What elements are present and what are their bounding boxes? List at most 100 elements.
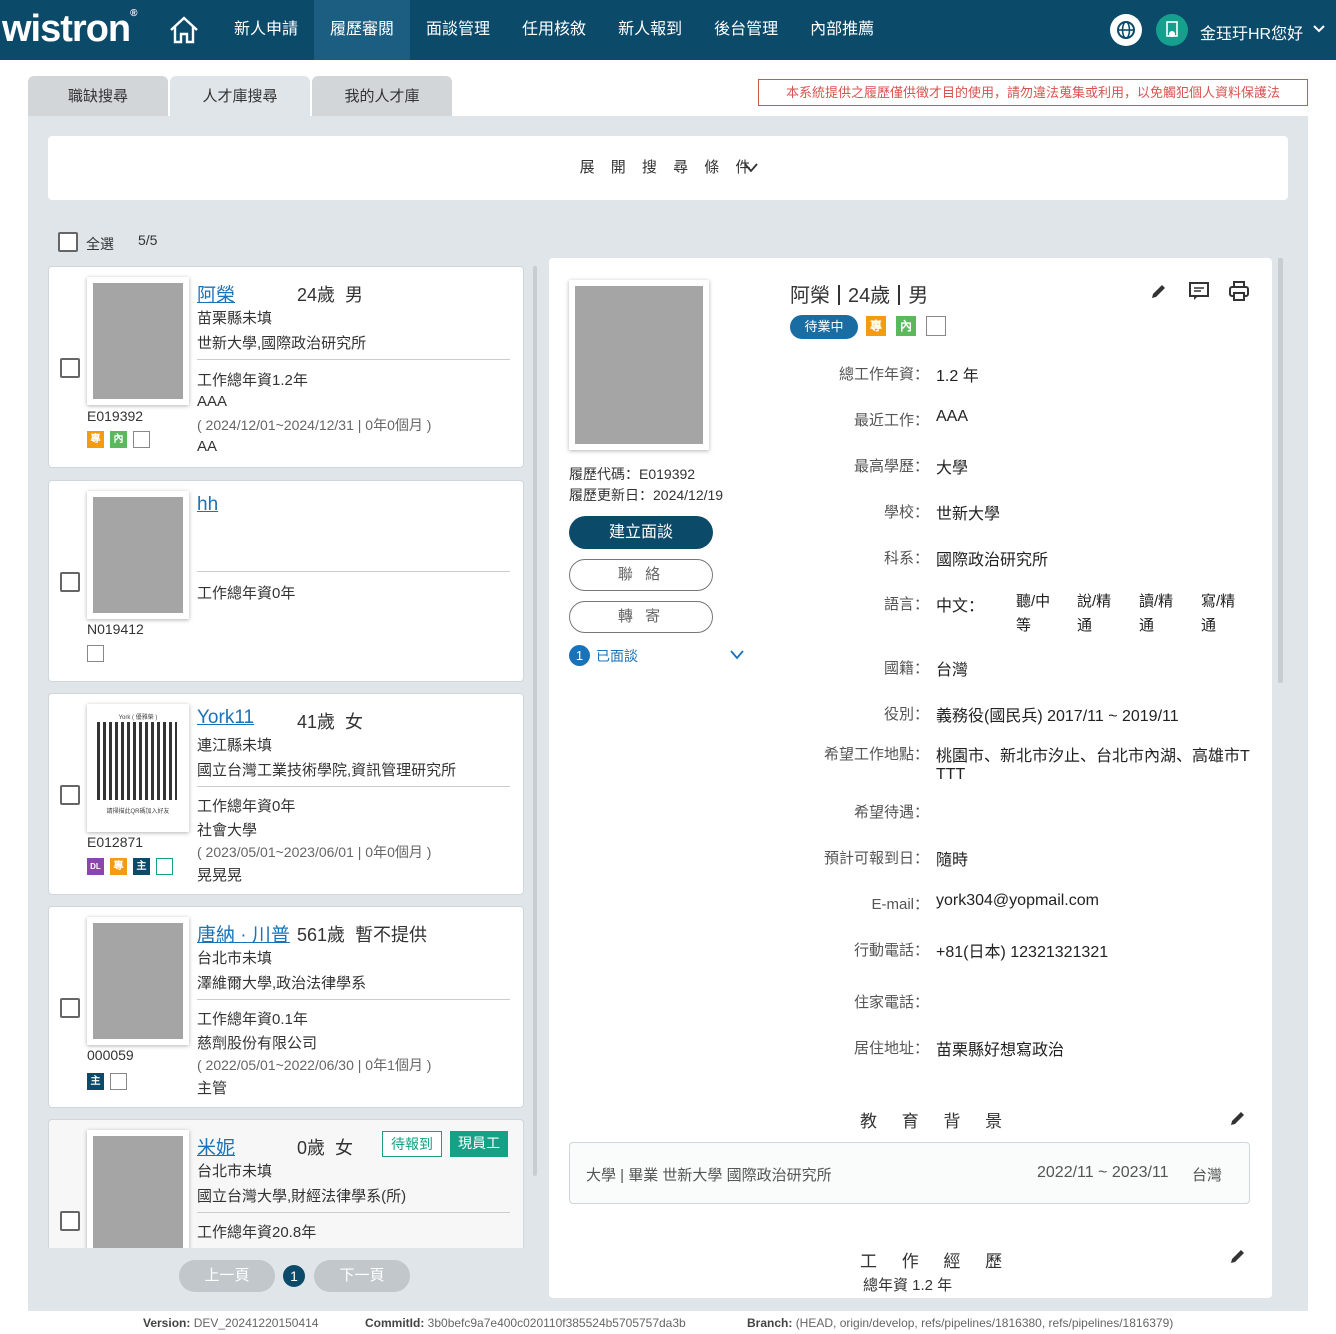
lang-line: 聽/中 bbox=[1016, 593, 1051, 610]
field-value-cont: TTT bbox=[936, 766, 966, 783]
branch-label: Branch: bbox=[747, 1316, 793, 1330]
candidate-name-link[interactable]: York11 bbox=[197, 707, 254, 729]
candidate-age-gender: 0歲 女 bbox=[297, 1134, 353, 1160]
tab-talent-search[interactable]: 人才庫搜尋 bbox=[170, 76, 310, 116]
message-icon[interactable] bbox=[133, 431, 150, 448]
message-icon[interactable] bbox=[926, 316, 946, 336]
candidate-period: ( 2023/05/01~2023/06/01 | 0年0個月 ) bbox=[197, 844, 432, 860]
detail-scrollbar[interactable] bbox=[1278, 258, 1283, 683]
candidate-card[interactable]: 000059 主 唐納 · 川普 561歲 暫不提供 台北市未填 澤維爾大學,政… bbox=[48, 906, 524, 1108]
next-page-button[interactable]: 下一頁 bbox=[314, 1260, 410, 1292]
edit-icon[interactable] bbox=[1229, 1247, 1247, 1265]
nav-internal-referral[interactable]: 內部推薦 bbox=[794, 0, 890, 60]
candidate-job-title: 主管 bbox=[197, 1080, 228, 1097]
candidate-photo bbox=[87, 491, 189, 619]
candidate-code: 000059 bbox=[87, 1047, 134, 1063]
page-number[interactable]: 1 bbox=[283, 1265, 305, 1287]
dl-badge: DL bbox=[87, 858, 104, 875]
field-value: 桃園市、新北市汐止、台北市內湖、高雄市T bbox=[936, 748, 1250, 765]
candidate-card[interactable]: York ( 優雅榮 ) 請掃描此QR碼加入好友 E012871 DL 專 主 … bbox=[48, 693, 524, 895]
divider bbox=[197, 786, 510, 787]
detail-name: 阿榮 bbox=[790, 285, 830, 307]
candidate-checkbox[interactable] bbox=[60, 998, 80, 1018]
candidate-gender: 暫不提供 bbox=[355, 925, 428, 945]
user-greeting[interactable]: 金珏玗HR您好 bbox=[1200, 20, 1303, 44]
field-value: 隨時 bbox=[936, 852, 969, 869]
nav-appointment[interactable]: 任用核敘 bbox=[506, 0, 602, 60]
candidate-experience-years: 工作總年資20.8年 bbox=[197, 1224, 317, 1241]
candidate-photo bbox=[87, 1130, 189, 1248]
main-badge: 主 bbox=[133, 858, 150, 875]
tab-job-search[interactable]: 職缺搜尋 bbox=[28, 76, 168, 116]
user-badge-icon[interactable] bbox=[1156, 14, 1188, 46]
commit-info: CommitId: 3b0befc9a7e400c020110f385524b5… bbox=[365, 1316, 686, 1330]
candidate-experience-years: 工作總年資0年 bbox=[197, 585, 296, 602]
work-heading: 工 作 經 歷 bbox=[860, 1252, 1013, 1271]
main-nav: 新人申請 履歷審閱 面談管理 任用核敘 新人報到 後台管理 內部推薦 bbox=[218, 0, 890, 60]
education-country: 台灣 bbox=[1192, 1167, 1223, 1184]
print-icon[interactable] bbox=[1228, 280, 1250, 302]
candidate-card[interactable]: 米妮 0歲 女 待報到 現員工 台北市未填 國立台灣大學,財經法律學系(所) 工… bbox=[48, 1119, 524, 1248]
commit-label: CommitId: bbox=[365, 1316, 425, 1330]
pro-badge: 專 bbox=[110, 858, 127, 875]
nav-interview-management[interactable]: 面談管理 bbox=[410, 0, 506, 60]
candidate-age-gender: 41歲 女 bbox=[297, 708, 363, 734]
search-tabs: 職缺搜尋 人才庫搜尋 我的人才庫 bbox=[28, 76, 454, 116]
home-icon[interactable] bbox=[168, 14, 200, 46]
candidate-checkbox[interactable] bbox=[60, 785, 80, 805]
edit-icon[interactable] bbox=[1229, 1109, 1247, 1127]
candidate-name-link[interactable]: 阿榮 bbox=[197, 280, 235, 307]
tab-my-talent-pool[interactable]: 我的人才庫 bbox=[312, 76, 452, 116]
language-writing: 寫/精通 bbox=[1201, 590, 1235, 638]
edit-icon[interactable] bbox=[1148, 280, 1170, 302]
candidate-school: 澤維爾大學,政治法律學系 bbox=[197, 975, 367, 992]
candidate-name-link[interactable]: 米妮 bbox=[197, 1133, 235, 1160]
candidate-period: ( 2024/12/01~2024/12/31 | 0年0個月 ) bbox=[197, 417, 432, 433]
divider bbox=[197, 999, 510, 1000]
detail-badges: 專 內 bbox=[866, 316, 946, 336]
candidate-job-title: AA bbox=[197, 438, 218, 455]
candidate-gender: 女 bbox=[335, 1138, 354, 1158]
field-label: 行動電話： bbox=[853, 942, 929, 959]
expand-search-conditions[interactable]: 展 開 搜 尋 條 件 bbox=[48, 136, 1288, 200]
candidate-card[interactable]: E019392 專 內 阿榮 24歲 男 苗栗縣未填 世新大學,國際政治研究所 … bbox=[48, 266, 524, 468]
candidate-school: 國立台灣大學,財經法律學系(所) bbox=[197, 1188, 407, 1205]
field-label: 語言： bbox=[883, 596, 929, 613]
candidate-company: 慈劑股份有限公司 bbox=[197, 1035, 318, 1052]
detail-gender: 男 bbox=[908, 285, 929, 307]
candidate-gender: 男 bbox=[345, 285, 364, 305]
candidate-name-link[interactable]: hh bbox=[197, 494, 218, 516]
wistron-logo[interactable]: wistron® bbox=[2, 8, 138, 51]
candidate-card[interactable]: N019412 hh 工作總年資0年 bbox=[48, 480, 524, 682]
globe-icon[interactable] bbox=[1110, 14, 1142, 46]
lang-line: 等 bbox=[1016, 617, 1032, 634]
candidate-name-link[interactable]: 唐納 · 川普 bbox=[197, 920, 290, 947]
internal-badge: 內 bbox=[110, 431, 127, 448]
candidate-checkbox[interactable] bbox=[60, 358, 80, 378]
field-value: 台灣 bbox=[936, 662, 969, 679]
list-scrollbar[interactable] bbox=[533, 266, 537, 1176]
candidate-experience-years: 工作總年資0年 bbox=[197, 798, 296, 815]
comment-icon[interactable] bbox=[1188, 280, 1210, 302]
field-value: 1.2 年 bbox=[936, 368, 979, 385]
chevron-down-icon[interactable] bbox=[1312, 22, 1326, 36]
nav-new-application[interactable]: 新人申請 bbox=[218, 0, 314, 60]
nav-onboarding[interactable]: 新人報到 bbox=[602, 0, 698, 60]
field-label: 居住地址： bbox=[853, 1040, 929, 1057]
candidate-checkbox[interactable] bbox=[60, 572, 80, 592]
candidate-checkbox[interactable] bbox=[60, 1211, 80, 1231]
prev-page-button[interactable]: 上一頁 bbox=[179, 1260, 275, 1292]
nav-admin[interactable]: 後台管理 bbox=[698, 0, 794, 60]
lang-line: 通 bbox=[1077, 617, 1093, 634]
message-icon[interactable] bbox=[156, 858, 173, 875]
work-total-years: 總年資 1.2 年 bbox=[863, 1277, 953, 1294]
candidate-age: 0歲 bbox=[297, 1138, 326, 1158]
candidate-school: 世新大學,國際政治研究所 bbox=[197, 335, 367, 352]
select-all-checkbox[interactable] bbox=[58, 232, 78, 252]
candidate-photo bbox=[87, 277, 189, 405]
field-value: AAA bbox=[936, 408, 969, 425]
message-icon[interactable] bbox=[110, 1073, 127, 1090]
message-icon[interactable] bbox=[87, 645, 104, 662]
branch-info: Branch: (HEAD, origin/develop, refs/pipe… bbox=[747, 1316, 1173, 1330]
nav-resume-review[interactable]: 履歷審閱 bbox=[314, 0, 411, 60]
